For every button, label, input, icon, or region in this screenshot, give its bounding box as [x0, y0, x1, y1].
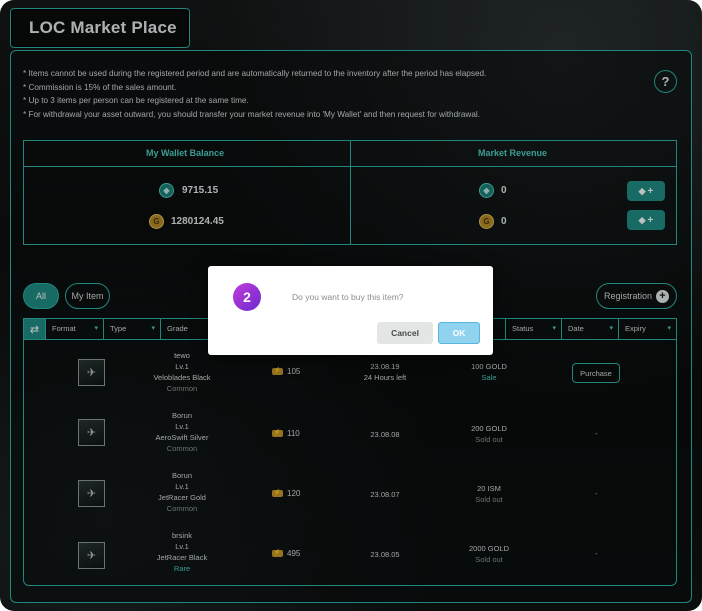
- ok-button[interactable]: OK: [438, 322, 480, 344]
- purchase-confirm-dialog: 2 Do you want to buy this item? Cancel O…: [208, 266, 493, 355]
- cancel-button[interactable]: Cancel: [377, 322, 433, 344]
- confirm-question: Do you want to buy this item?: [292, 292, 404, 302]
- marketplace-window: LOC Market Place * Items cannot be used …: [0, 0, 702, 611]
- step-badge: 2: [233, 283, 261, 311]
